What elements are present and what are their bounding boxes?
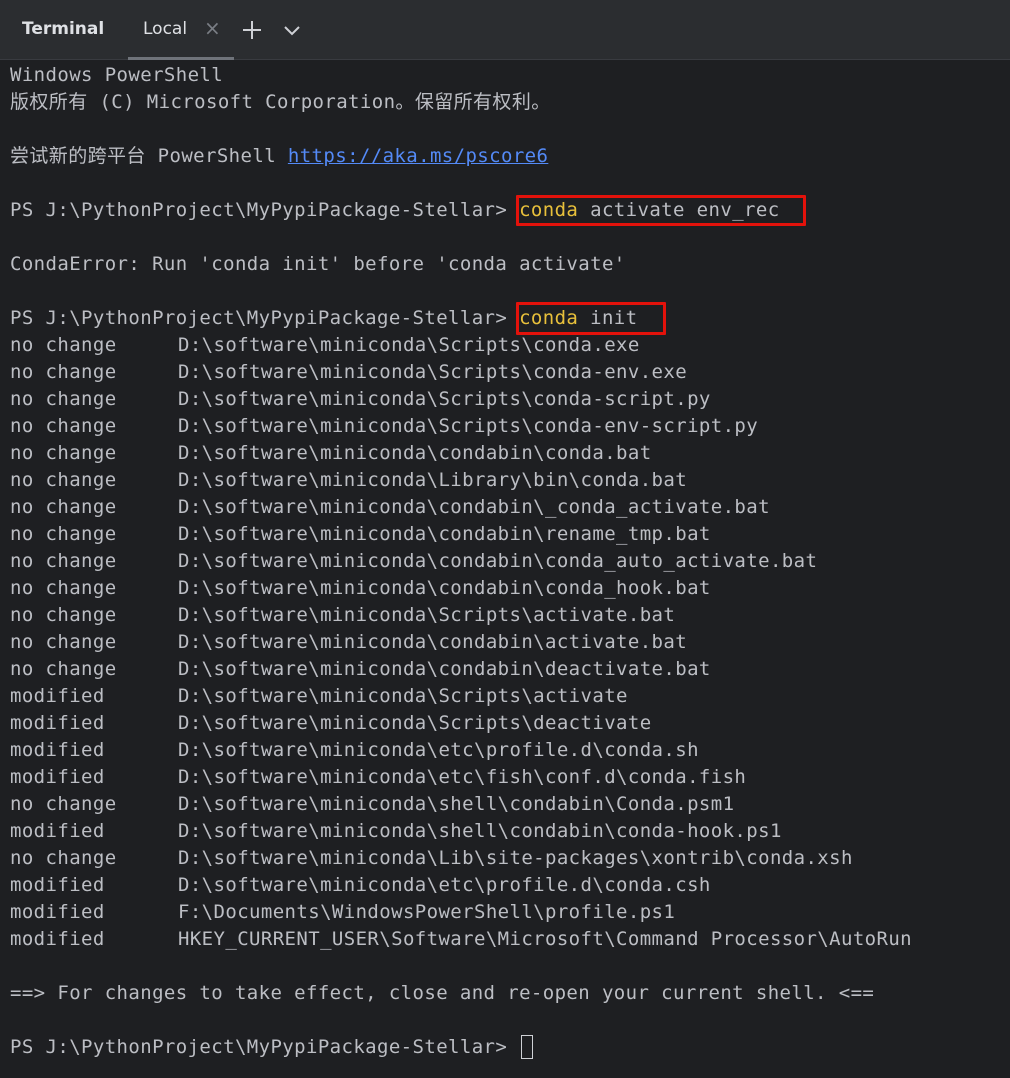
status-text: no change [10,334,117,356]
file-path: D:\software\miniconda\condabin\_conda_ac… [178,496,770,518]
file-path: D:\software\miniconda\Scripts\deactivate [178,712,652,734]
status-text: modified [10,820,105,842]
file-path: D:\software\miniconda\shell\condabin\con… [178,820,782,842]
list-item: modified D:\software\miniconda\Scripts\de… [10,710,651,737]
copyright-line: 版权所有 (C) Microsoft Corporation。保留所有权利。 [10,91,551,113]
file-path: D:\software\miniconda\condabin\activate.… [178,631,688,653]
list-item: modified D:\software\miniconda\etc\fish\c… [10,764,746,791]
list-item: no change D:\software\miniconda\condabin\… [10,656,710,683]
toolwindow-title: Terminal [22,19,105,39]
file-path: D:\software\miniconda\Scripts\conda-env.… [178,361,688,383]
status-text: modified [10,901,105,923]
file-path: D:\software\miniconda\Scripts\conda-env-… [178,415,759,437]
list-item: modified D:\software\miniconda\etc\profil… [10,872,710,899]
try-text: 尝试新的跨平台 PowerShell [10,145,288,167]
status-text: no change [10,604,117,626]
list-item: no change D:\software\miniconda\Lib\site-… [10,845,852,872]
list-item: no change D:\software\miniconda\Scripts\c… [10,386,710,413]
file-path: D:\software\miniconda\condabin\conda_hoo… [178,577,711,599]
status-text: no change [10,847,117,869]
status-text: no change [10,361,117,383]
status-text: no change [10,631,117,653]
file-path: D:\software\miniconda\Scripts\conda.exe [178,334,640,356]
status-text: no change [10,496,117,518]
status-text: no change [10,523,117,545]
list-item: no change D:\software\miniconda\condabin\… [10,548,817,575]
status-text: modified [10,712,105,734]
file-path: D:\software\miniconda\shell\condabin\Con… [178,793,735,815]
tab-local[interactable]: Local × [128,0,234,60]
list-item: no change D:\software\miniconda\Library\b… [10,467,687,494]
terminal-window: Terminal Local × Windows PowerShell 版权所有… [0,0,1010,1078]
file-path: D:\software\miniconda\etc\profile.d\cond… [178,874,711,896]
file-path: D:\software\miniconda\condabin\conda_aut… [178,550,818,572]
file-path: HKEY_CURRENT_USER\Software\Microsoft\Com… [178,928,913,950]
file-path: D:\software\miniconda\Scripts\conda-scri… [178,388,711,410]
status-text: modified [10,928,105,950]
header-line: Windows PowerShell [10,64,224,86]
list-item: no change D:\software\miniconda\Scripts\c… [10,359,687,386]
status-text: modified [10,739,105,761]
list-item: no change D:\software\miniconda\Scripts\c… [10,332,639,359]
status-text: no change [10,550,117,572]
status-text: modified [10,766,105,788]
highlight-box-activate [516,195,806,226]
tab-label: Local [143,19,188,39]
file-path: D:\software\miniconda\Scripts\activate.b… [178,604,676,626]
status-text: no change [10,442,117,464]
list-item: modified D:\software\miniconda\shell\cond… [10,818,781,845]
footer-message: ==> For changes to take effect, close an… [10,982,875,1004]
try-line: 尝试新的跨平台 PowerShell https://aka.ms/pscore… [10,143,548,170]
list-item: no change D:\software\miniconda\condabin\… [10,440,651,467]
cursor [521,1035,534,1059]
highlight-box-init [516,302,666,335]
status-text: no change [10,793,117,815]
file-path: D:\software\miniconda\Library\bin\conda.… [178,469,688,491]
terminal-output[interactable]: Windows PowerShell 版权所有 (C) Microsoft Co… [0,62,1010,1078]
prompt-line-3: PS J:\PythonProject\MyPypiPackage-Stella… [10,1034,534,1061]
list-item: modified HKEY_CURRENT_USER\Software\Micro… [10,926,912,953]
list-item: modified D:\software\miniconda\Scripts\ac… [10,683,627,710]
status-text: no change [10,469,117,491]
file-path: D:\software\miniconda\etc\fish\conf.d\co… [178,766,747,788]
list-item: no change D:\software\miniconda\condabin\… [10,629,687,656]
pscore-link[interactable]: https://aka.ms/pscore6 [288,145,548,167]
list-item: no change D:\software\miniconda\Scripts\c… [10,413,758,440]
file-path: D:\software\miniconda\etc\profile.d\cond… [178,739,699,761]
file-path: D:\software\miniconda\condabin\conda.bat [178,442,652,464]
status-text: modified [10,685,105,707]
file-path: D:\software\miniconda\Scripts\activate [178,685,628,707]
list-item: no change D:\software\miniconda\condabin\… [10,521,710,548]
close-icon[interactable]: × [204,16,221,40]
file-path: D:\software\miniconda\Lib\site-packages\… [178,847,853,869]
terminal-toolbar: Terminal Local × [0,0,1010,60]
status-text: no change [10,577,117,599]
list-item: no change D:\software\miniconda\shell\con… [10,791,734,818]
list-item: no change D:\software\miniconda\Scripts\a… [10,602,675,629]
status-text: no change [10,415,117,437]
list-item: modified F:\Documents\WindowsPowerShell\p… [10,899,675,926]
error-line: CondaError: Run 'conda init' before 'con… [10,253,626,275]
status-text: modified [10,874,105,896]
prompt: PS J:\PythonProject\MyPypiPackage-Stella… [10,1036,520,1058]
list-item: modified D:\software\miniconda\etc\profil… [10,737,699,764]
status-text: no change [10,658,117,680]
status-text: no change [10,388,117,410]
list-item: no change D:\software\miniconda\condabin\… [10,494,770,521]
prompt: PS J:\PythonProject\MyPypiPackage-Stella… [10,199,520,221]
plus-icon[interactable] [240,18,264,42]
file-path: F:\Documents\WindowsPowerShell\profile.p… [178,901,676,923]
file-path: D:\software\miniconda\condabin\rename_tm… [178,523,711,545]
file-path: D:\software\miniconda\condabin\deactivat… [178,658,711,680]
chevron-down-icon[interactable] [280,18,304,42]
list-item: no change D:\software\miniconda\condabin\… [10,575,710,602]
prompt: PS J:\PythonProject\MyPypiPackage-Stella… [10,307,520,329]
